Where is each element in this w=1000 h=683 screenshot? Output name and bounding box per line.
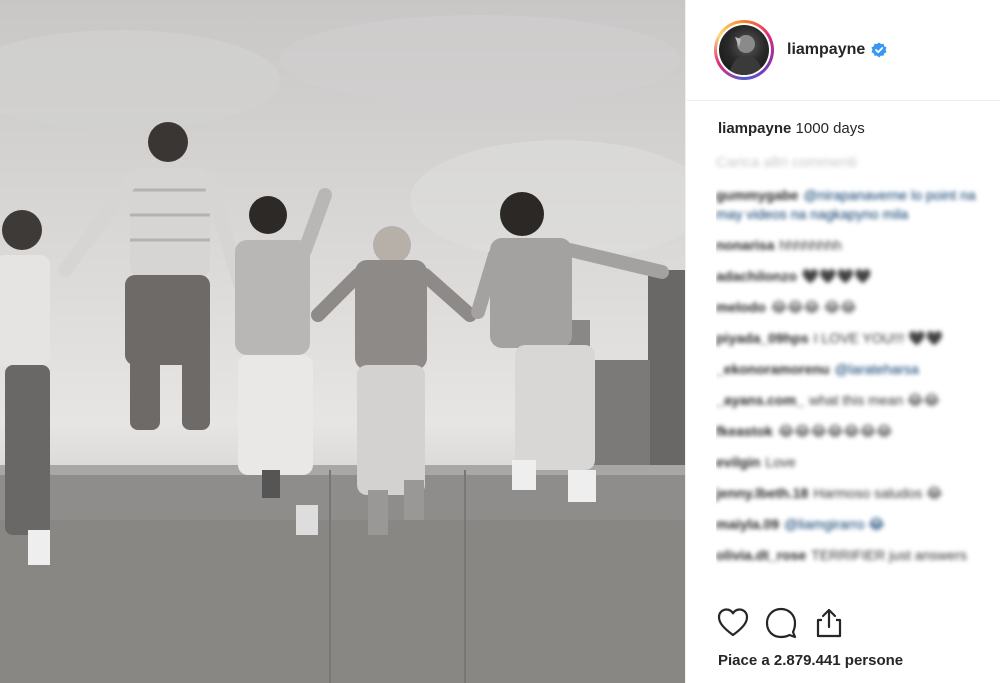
comment-item: _ekonoramorenu @larateharsa <box>716 360 1000 379</box>
comment-item: nonarisa hhhhhhhh <box>716 236 1000 255</box>
comment-username[interactable]: nonarisa <box>716 237 774 253</box>
load-more-comments-button[interactable]: Carica altri commenti <box>716 154 857 171</box>
comment-item: melodo 😂😂😂 😂😂 <box>716 298 1000 317</box>
avatar-person-icon <box>729 35 763 75</box>
person-figure <box>58 122 247 430</box>
share-icon[interactable] <box>812 606 846 640</box>
avatar-image <box>719 25 769 75</box>
comment-item: maiyla.09 @liamgirarro 😂 <box>716 515 1000 534</box>
post-photo-image <box>0 15 685 683</box>
profile-avatar[interactable] <box>714 20 774 80</box>
comment-text: Harmoso saludos 😂 <box>813 485 943 501</box>
comment-text: Love <box>765 454 796 470</box>
caption-username[interactable]: liampayne <box>718 120 791 137</box>
comments-list[interactable]: gummygabe @nirapanaverne lo point na may … <box>716 186 1000 598</box>
comment-username[interactable]: piyada_09hps <box>716 330 809 346</box>
post-actions <box>716 606 846 640</box>
comment-username[interactable]: melodo <box>716 299 766 315</box>
person-figure <box>0 210 50 565</box>
comment-text: hhhhhhhh <box>779 237 842 253</box>
comment-item: olivia.dt_rose TERRIFIER just answers <box>716 546 1000 565</box>
comment-username[interactable]: _ekonoramorenu <box>716 361 830 377</box>
verified-badge-icon <box>871 42 887 58</box>
comment-item: evilgin Love <box>716 453 1000 472</box>
post-header: liampayne <box>714 18 1000 82</box>
post-photo[interactable] <box>0 0 685 683</box>
post-caption: liampayne 1000 days <box>718 120 865 137</box>
comment-text: 🖤🖤🖤🖤 <box>801 268 872 284</box>
caption-text: 1000 days <box>795 120 865 137</box>
comment-item: fkeastok 😂😂😂😂😂😂😂 <box>716 422 1000 441</box>
avatar-border <box>717 23 771 77</box>
comment-username[interactable]: olivia.dt_rose <box>716 547 806 563</box>
header-divider <box>686 100 1000 101</box>
comment-username[interactable]: evilgin <box>716 454 760 470</box>
comment-item: gummygabe @nirapanaverne lo point na may … <box>716 186 1000 224</box>
comment-item: jenny.lbeth.18 Harmoso saludos 😂 <box>716 484 1000 503</box>
comment-item: adachilonzo 🖤🖤🖤🖤 <box>716 267 1000 286</box>
comment-text: what this mean 😂😂 <box>808 392 940 408</box>
likes-count[interactable]: Piace a 2.879.441 persone <box>718 652 903 669</box>
comment-item: _ayans.com_ what this mean 😂😂 <box>716 391 1000 410</box>
comment-username[interactable]: jenny.lbeth.18 <box>716 485 808 501</box>
comment-text: @liamgirarro 😂 <box>784 516 885 532</box>
comment-username[interactable]: gummygabe <box>716 187 798 203</box>
comment-text: I LOVE YOU!!! 🖤🖤 <box>813 330 944 346</box>
comment-username[interactable]: _ayans.com_ <box>716 392 804 408</box>
post-username[interactable]: liampayne <box>787 41 865 59</box>
comment-text: 😂😂😂😂😂😂😂 <box>777 423 893 439</box>
comment-text: 😂😂😂 😂😂 <box>770 299 857 315</box>
comment-text: @larateharsa <box>834 361 919 377</box>
comment-username[interactable]: fkeastok <box>716 423 773 439</box>
comment-bubble-icon[interactable] <box>764 606 798 640</box>
comment-text: TERRIFIER just answers <box>811 547 967 563</box>
comment-username[interactable]: maiyla.09 <box>716 516 779 532</box>
comment-username[interactable]: adachilonzo <box>716 268 797 284</box>
heart-icon[interactable] <box>716 606 750 640</box>
comment-item: piyada_09hps I LOVE YOU!!! 🖤🖤 <box>716 329 1000 348</box>
post-side-panel: liampayne liampayne 1000 days Carica alt… <box>685 0 1000 683</box>
